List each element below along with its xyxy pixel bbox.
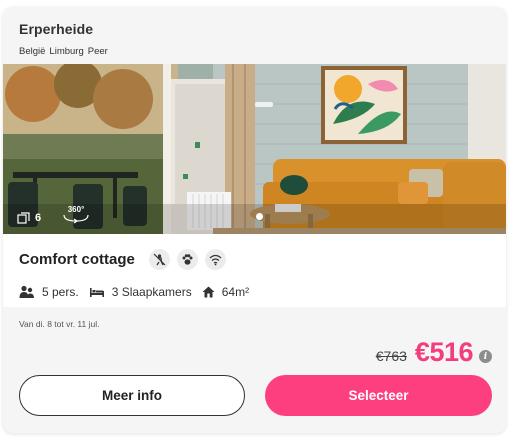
location-country: België xyxy=(19,46,46,57)
location-city: Peer xyxy=(87,46,108,57)
select-button[interactable]: Selecteer xyxy=(265,375,492,416)
price-row: €763 €516 i xyxy=(376,337,492,368)
carousel-dot-active[interactable] xyxy=(256,213,263,220)
location-breadcrumb: België Limburg Peer xyxy=(19,46,490,57)
price-info-icon[interactable]: i xyxy=(479,350,492,363)
view-360-label: 360° xyxy=(68,205,85,214)
bedrooms-count: 3 Slaapkamers xyxy=(111,285,192,299)
accommodation-card: Erperheide België Limburg Peer 6 360° Co… xyxy=(3,7,506,433)
location-region: Limburg xyxy=(49,46,84,57)
new-price: €516 xyxy=(414,337,474,367)
photo-count-badge[interactable]: 6 xyxy=(17,212,41,224)
no-smoking-icon xyxy=(148,249,170,270)
old-price: €763 xyxy=(375,347,407,364)
stay-dates: Van di. 8 tot vr. 11 jul. xyxy=(19,319,100,329)
home-area-icon xyxy=(202,286,215,298)
gallery-icon xyxy=(17,212,30,224)
wifi-icon xyxy=(204,249,226,270)
park-name: Erperheide xyxy=(19,21,94,37)
accommodation-title: Comfort cottage xyxy=(19,251,135,268)
persons-count: 5 pers. xyxy=(42,285,79,299)
view-360-icon: 360° xyxy=(63,205,89,224)
accommodation-specs: 5 pers. 3 Slaapkamers 64m² xyxy=(19,285,259,299)
accommodation-photo[interactable]: 6 360° xyxy=(3,64,506,234)
paw-pet-icon xyxy=(176,249,198,270)
photo-count: 6 xyxy=(35,212,42,224)
area-size: 64m² xyxy=(221,285,250,299)
more-info-button[interactable]: Meer info xyxy=(19,375,245,416)
view-360-button[interactable]: 360° xyxy=(61,202,91,226)
title-row: Comfort cottage xyxy=(19,249,233,270)
accommodation-details: Comfort cottage 5 pers. 3 Slaapkamers 64… xyxy=(3,234,506,307)
card-header: Erperheide België Limburg Peer xyxy=(3,7,506,64)
persons-icon xyxy=(19,285,35,299)
bed-icon xyxy=(89,286,105,298)
